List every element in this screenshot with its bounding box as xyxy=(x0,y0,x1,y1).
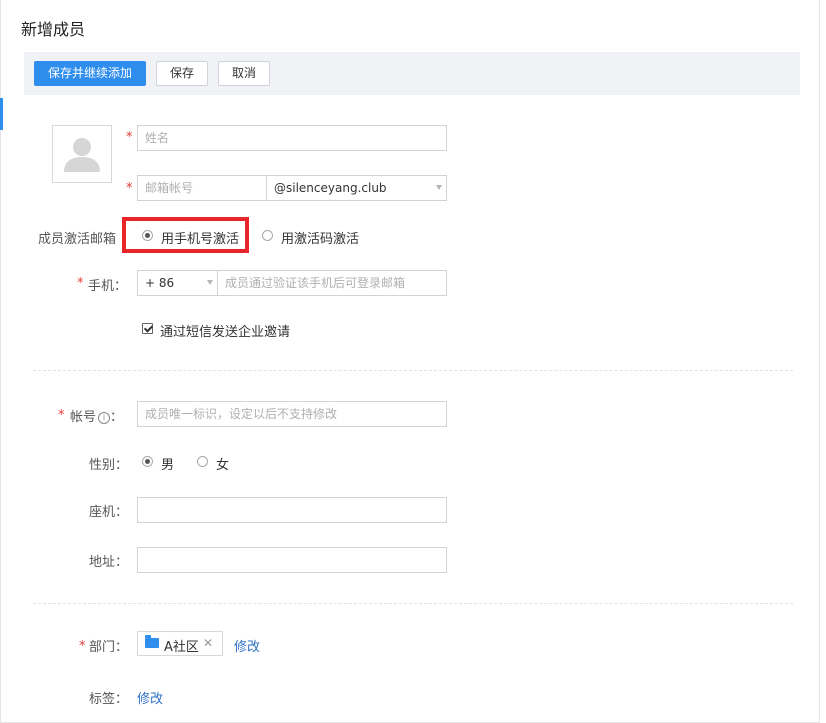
radio-gender-female-label: 女 xyxy=(216,458,230,473)
account-label-text: 帐号 xyxy=(70,410,97,425)
department-tag: A社区 ✕ xyxy=(137,631,223,656)
required-mark: * xyxy=(58,408,65,423)
required-mark: * xyxy=(77,276,84,291)
landline-label: 座机： xyxy=(89,505,129,520)
save-button[interactable]: 保存 xyxy=(156,61,208,86)
user-placeholder-icon xyxy=(64,138,100,172)
phone-label: 手机： xyxy=(88,279,128,294)
avatar[interactable] xyxy=(52,125,112,183)
cancel-button[interactable]: 取消 xyxy=(218,61,270,86)
gender-label: 性别： xyxy=(89,458,129,473)
info-icon[interactable]: i xyxy=(98,412,111,424)
tags-edit-link[interactable]: 修改 xyxy=(137,688,163,707)
required-mark: * xyxy=(79,639,86,654)
divider xyxy=(33,370,793,371)
page-frame xyxy=(0,0,820,723)
active-indicator xyxy=(0,98,3,130)
email-placeholder: 邮箱帐号 xyxy=(145,181,194,195)
email-domain-select[interactable]: @silenceyang.club xyxy=(266,175,447,201)
phone-input[interactable]: 成员通过验证该手机后可登录邮箱 xyxy=(217,270,447,296)
chevron-down-icon xyxy=(436,185,442,190)
tags-label: 标签： xyxy=(89,692,129,707)
department-label: 部门： xyxy=(89,640,129,655)
department-edit-link[interactable]: 修改 xyxy=(234,636,260,655)
save-and-continue-button[interactable]: 保存并继续添加 xyxy=(34,61,146,86)
chevron-down-icon xyxy=(207,280,213,285)
close-icon[interactable]: ✕ xyxy=(203,636,213,650)
radio-code-activation[interactable] xyxy=(262,230,273,241)
sms-invite-label: 通过短信发送企业邀请 xyxy=(160,325,291,340)
department-tag-label: A社区 xyxy=(164,640,199,655)
activation-label: 成员激活邮箱 xyxy=(37,232,116,247)
landline-input[interactable] xyxy=(137,497,447,523)
account-input[interactable]: 成员唯一标识，设定以后不支持修改 xyxy=(137,401,447,427)
name-input[interactable]: 姓名 xyxy=(137,125,447,151)
country-code-value: + 86 xyxy=(145,276,175,290)
folder-icon xyxy=(145,635,159,648)
radio-gender-male[interactable] xyxy=(142,456,153,467)
email-domain-value: @silenceyang.club xyxy=(274,181,387,195)
required-mark: * xyxy=(126,130,133,145)
country-code-select[interactable]: + 86 xyxy=(137,270,218,296)
account-label: 帐号 i： xyxy=(70,406,140,425)
radio-gender-female[interactable] xyxy=(197,456,208,467)
sms-invite-checkbox[interactable] xyxy=(142,323,153,334)
required-mark: * xyxy=(126,181,133,196)
account-label-colon: ： xyxy=(110,410,124,425)
email-account-input[interactable]: 邮箱帐号 xyxy=(137,175,267,201)
divider xyxy=(33,603,793,604)
address-input[interactable] xyxy=(137,547,447,573)
page-title: 新增成员 xyxy=(21,20,86,39)
name-placeholder: 姓名 xyxy=(145,131,170,145)
radio-code-activation-label: 用激活码激活 xyxy=(281,232,360,247)
radio-gender-male-label: 男 xyxy=(161,458,175,473)
toolbar: 保存并继续添加 保存 取消 xyxy=(24,52,800,95)
phone-placeholder: 成员通过验证该手机后可登录邮箱 xyxy=(225,276,406,290)
account-placeholder: 成员唯一标识，设定以后不支持修改 xyxy=(145,407,338,421)
radio-phone-activation[interactable] xyxy=(142,230,153,241)
address-label: 地址： xyxy=(89,555,129,570)
radio-phone-activation-label: 用手机号激活 xyxy=(161,232,240,247)
